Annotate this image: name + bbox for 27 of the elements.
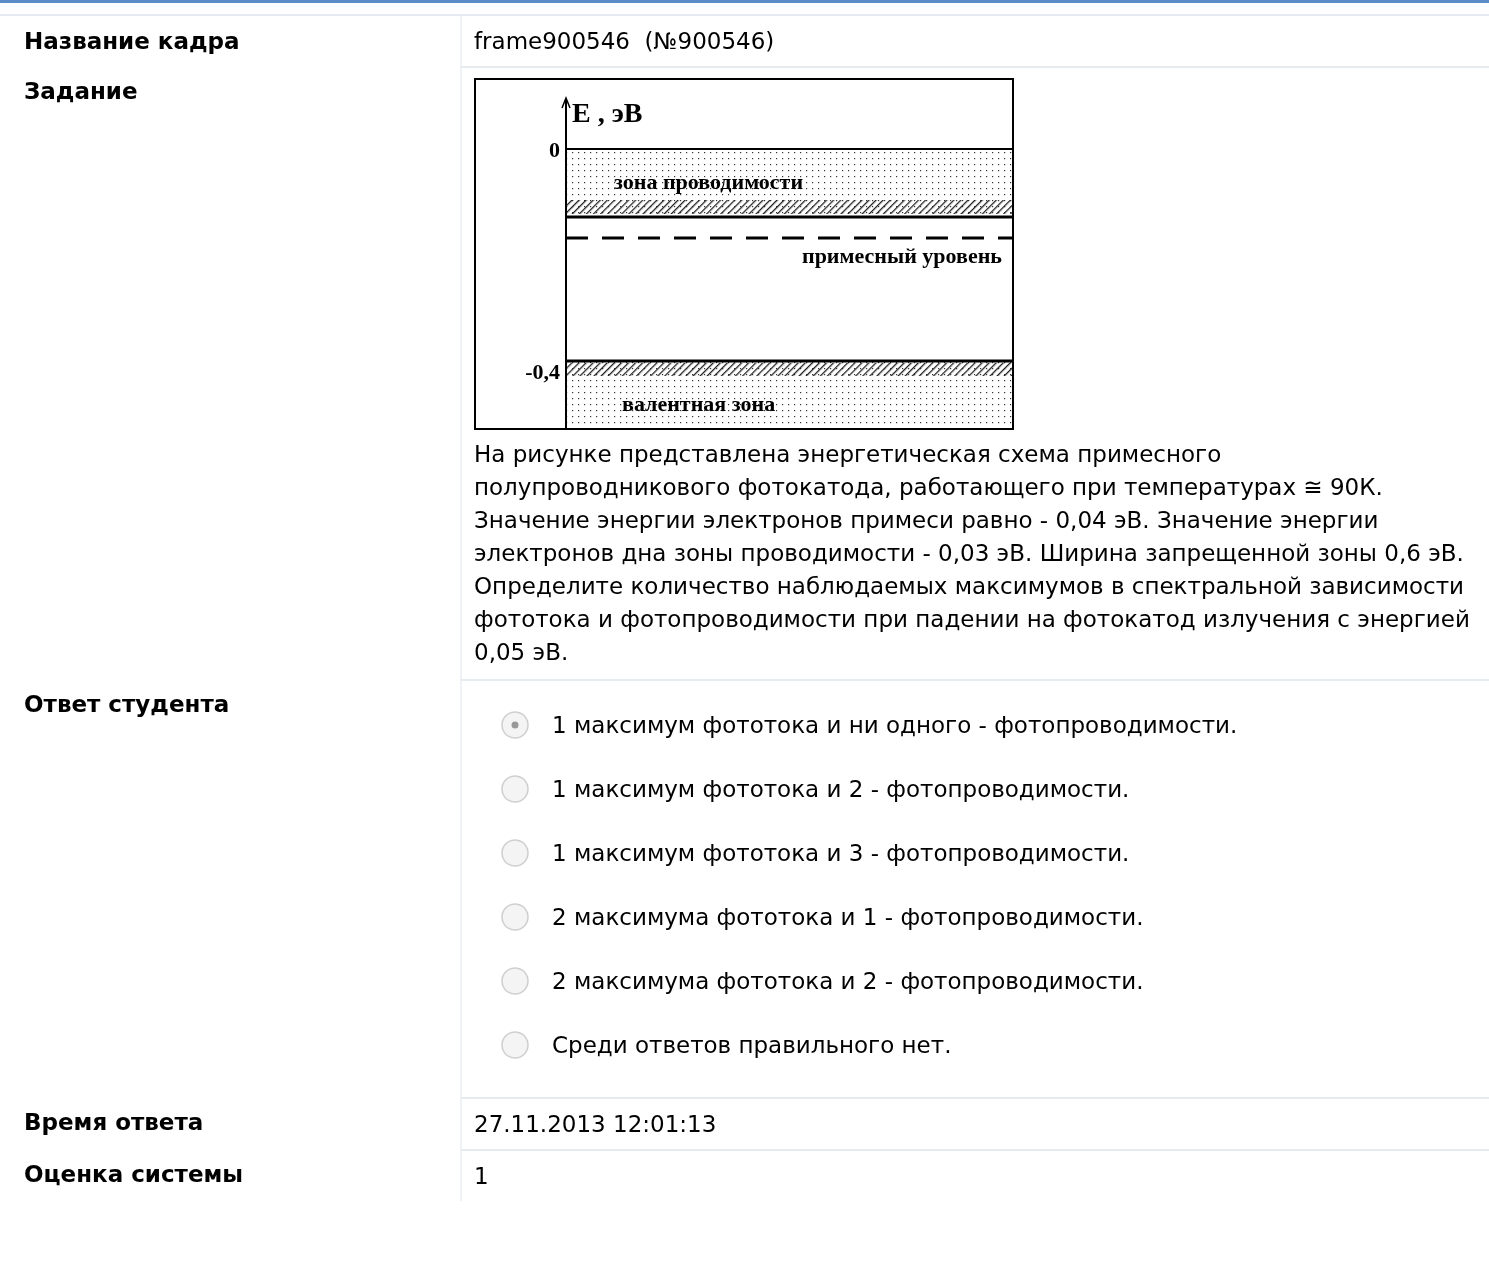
level-label: примесный уровень: [801, 243, 1002, 268]
field-label: Название кадра: [24, 27, 241, 56]
field-value: 1: [474, 1163, 489, 1189]
band-label: валентная зона: [622, 391, 776, 416]
option-label: 2 максимума фототока и 2 - фотопроводимости.: [552, 967, 1144, 996]
option-label: 1 максимум фототока и 2 - фотопроводимости.: [552, 775, 1130, 804]
axis-label: E , эВ: [572, 97, 643, 128]
task-text: На рисунке представлена энергетическая схема примесного полупроводникового фотокатода, работающего при температурах ≅ 90К. Значение энергии электронов примеси равно - 0,04 эВ. Значение энергии электронов дна зоны проводимости - 0,03 эВ. Ширина запрещенной зоны 0,6 эВ. Определите количество наблюдаемых максимумов в спектральной зависимости фототока и фотопроводимости при падении на фотокатод излучения с энергией 0,05 эВ.: [474, 440, 1471, 667]
option-label: Среди ответов правильного нет.: [552, 1031, 952, 1060]
tick-label: -0,4: [525, 359, 560, 384]
radio-button[interactable]: [500, 1030, 530, 1060]
radio-button[interactable]: [500, 774, 530, 804]
option-label: 1 максимум фототока и 3 - фотопроводимости.: [552, 839, 1130, 868]
radio-button[interactable]: [500, 710, 530, 740]
radio-button[interactable]: [500, 838, 530, 868]
band-label: зона проводимости: [614, 169, 804, 194]
field-value: 27.11.2013 12:01:13: [474, 1111, 717, 1137]
option-label: 2 максимума фототока и 1 - фотопроводимости.: [552, 903, 1144, 932]
field-label: Время ответа: [24, 1108, 205, 1137]
field-value: frame900546 (№900546): [474, 28, 775, 54]
field-label: Ответ студента: [24, 690, 231, 719]
field-label: Задание: [24, 77, 139, 106]
radio-button[interactable]: [500, 902, 530, 932]
field-label: Оценка системы: [24, 1160, 245, 1189]
radio-button[interactable]: [500, 966, 530, 996]
option-label: 1 максимум фототока и ни одного - фотопроводимости.: [552, 711, 1238, 740]
tick-label: 0: [549, 137, 560, 162]
